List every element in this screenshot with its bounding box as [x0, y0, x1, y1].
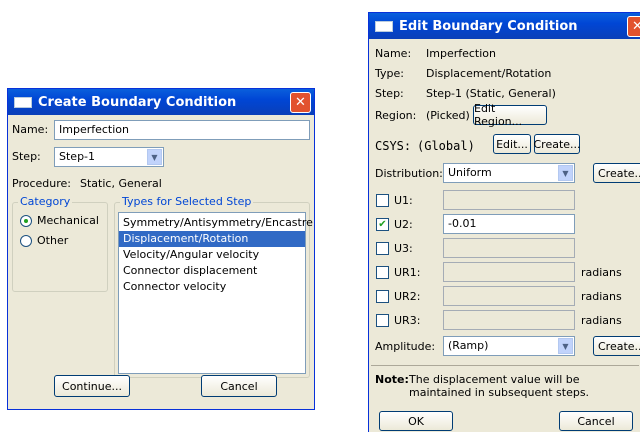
step-select-value: Step-1	[59, 150, 96, 163]
edit-cancel-button[interactable]: Cancel	[559, 411, 633, 431]
ur2-input[interactable]	[443, 286, 575, 306]
window-icon	[375, 20, 393, 32]
region-value: (Picked)	[426, 109, 470, 122]
edit-region-button[interactable]: Edit Region...	[473, 102, 547, 128]
u1-input[interactable]	[443, 190, 575, 210]
procedure-value: Static, General	[80, 177, 162, 190]
distribution-label: Distribution:	[375, 167, 443, 180]
edit-bc-titlebar[interactable]: Edit Boundary Condition	[369, 13, 640, 39]
name-input[interactable]: Imperfection	[54, 120, 310, 140]
chevron-down-icon[interactable]: ▼	[558, 338, 573, 354]
amplitude-value: (Ramp)	[448, 339, 489, 352]
list-item[interactable]: Displacement/Rotation	[119, 231, 305, 247]
region-label: Region:	[375, 109, 417, 122]
note-line-2: maintained in subsequent steps.	[409, 386, 590, 399]
types-list[interactable]: Symmetry/Antisymmetry/Encastre Displacem…	[118, 212, 313, 374]
ur1-label: UR1:	[394, 266, 421, 279]
edit-bc-dialog: Edit Boundary Condition ✕ Name: Imperfec…	[368, 12, 640, 432]
u2-checkbox[interactable]: ✔	[376, 218, 389, 231]
csys-edit-button[interactable]: Edit...	[493, 134, 531, 154]
edit-bc-title: Edit Boundary Condition	[399, 18, 578, 34]
ur2-checkbox[interactable]	[376, 290, 389, 303]
note-label: Note:	[375, 373, 409, 386]
procedure-label: Procedure:	[12, 177, 71, 190]
edit-type-label: Type:	[375, 67, 404, 80]
u1-checkbox[interactable]	[376, 194, 389, 207]
edit-type-value: Displacement/Rotation	[426, 67, 552, 80]
distribution-value: Uniform	[448, 166, 492, 179]
ur2-label: UR2:	[394, 290, 421, 303]
ur3-checkbox[interactable]	[376, 314, 389, 327]
u3-input[interactable]	[443, 238, 575, 258]
chevron-down-icon[interactable]: ▼	[147, 149, 162, 165]
ur3-input[interactable]	[443, 310, 575, 330]
u2-input[interactable]: -0.01	[443, 214, 575, 234]
csys-create-button[interactable]: Create...	[533, 134, 581, 154]
edit-name-value: Imperfection	[426, 47, 496, 60]
step-select[interactable]: Step-1 ▼	[54, 147, 164, 167]
amplitude-select[interactable]: (Ramp) ▼	[443, 336, 575, 356]
edit-step-label: Step:	[375, 87, 404, 100]
radio-other-label[interactable]: Other	[37, 234, 68, 247]
u3-label: U3:	[394, 242, 413, 255]
u2-label: U2:	[394, 218, 413, 231]
csys-label: CSYS:	[375, 139, 412, 153]
ur1-unit: radians	[581, 266, 622, 279]
radio-mechanical-label[interactable]: Mechanical	[37, 214, 99, 227]
list-item[interactable]: Connector velocity	[119, 279, 305, 295]
u1-label: U1:	[394, 194, 413, 207]
ok-button[interactable]: OK	[379, 411, 453, 431]
distribution-create-button[interactable]: Create...	[593, 163, 640, 183]
window-icon	[14, 96, 32, 108]
cancel-button[interactable]: Cancel	[201, 375, 277, 397]
list-item[interactable]: Connector displacement	[119, 263, 305, 279]
amplitude-label: Amplitude:	[375, 340, 436, 353]
types-label: Types for Selected Step	[120, 195, 254, 208]
csys-value: (Global)	[417, 139, 475, 153]
step-label: Step:	[12, 150, 41, 163]
note-line-1: The displacement value will be	[409, 373, 580, 386]
ur1-checkbox[interactable]	[376, 266, 389, 279]
continue-button[interactable]: Continue...	[54, 375, 130, 397]
list-item[interactable]: Velocity/Angular velocity	[119, 247, 305, 263]
list-item[interactable]: Symmetry/Antisymmetry/Encastre	[119, 215, 313, 231]
amplitude-create-button[interactable]: Create...	[593, 336, 640, 356]
ur2-unit: radians	[581, 290, 622, 303]
radio-other[interactable]	[20, 235, 32, 247]
create-bc-title: Create Boundary Condition	[38, 94, 237, 110]
radio-mechanical[interactable]	[20, 215, 32, 227]
edit-name-label: Name:	[375, 47, 412, 60]
close-icon[interactable]: ✕	[627, 16, 640, 37]
name-label: Name:	[12, 123, 49, 136]
chevron-down-icon[interactable]: ▼	[558, 165, 573, 181]
distribution-select[interactable]: Uniform ▼	[443, 163, 575, 183]
create-bc-titlebar[interactable]: Create Boundary Condition	[8, 89, 314, 115]
u3-checkbox[interactable]	[376, 242, 389, 255]
ur3-label: UR3:	[394, 314, 421, 327]
edit-step-value: Step-1 (Static, General)	[426, 87, 556, 100]
category-label: Category	[18, 195, 73, 208]
create-bc-dialog: Create Boundary Condition ✕ Name: Imperf…	[7, 88, 315, 410]
close-icon[interactable]: ✕	[290, 92, 311, 113]
ur1-input[interactable]	[443, 262, 575, 282]
separator	[371, 365, 639, 366]
ur3-unit: radians	[581, 314, 622, 327]
